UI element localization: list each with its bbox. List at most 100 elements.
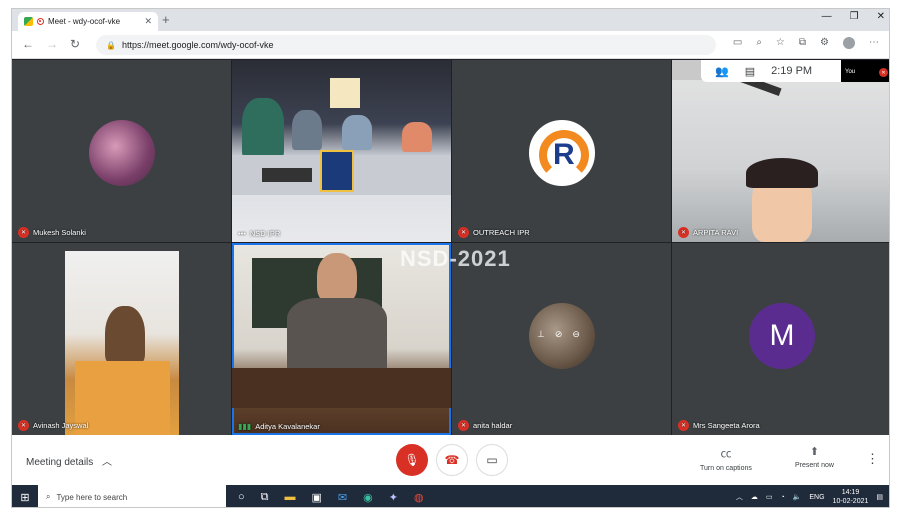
- person-figure: [242, 98, 284, 158]
- person-shirt: [287, 298, 387, 368]
- language-indicator[interactable]: ENG: [809, 494, 824, 501]
- volume-icon[interactable]: 🔈: [793, 493, 802, 501]
- profile-avatar[interactable]: [843, 37, 855, 49]
- chevron-up-icon: ︿: [102, 457, 113, 468]
- poster-board: [320, 150, 354, 192]
- more-options-icon[interactable]: ⋮: [866, 451, 879, 467]
- participant-tile[interactable]: M ✕ Mrs Sangeeta Arora: [672, 243, 889, 435]
- participant-tile[interactable]: ✕ ARPITA RAVI: [672, 60, 889, 242]
- favorites-star-icon[interactable]: ☆: [776, 37, 785, 49]
- cortana-icon[interactable]: ○: [238, 491, 245, 503]
- captions-button[interactable]: ㏄ Turn on captions: [700, 445, 752, 472]
- url-text: https://meet.google.com/wdy-ocof-vke: [121, 40, 274, 50]
- meeting-details-button[interactable]: Meeting details ︿: [26, 453, 112, 468]
- network-icon[interactable]: ◔: [780, 494, 784, 501]
- task-view-icon[interactable]: ⧉: [261, 491, 269, 504]
- file-explorer-icon[interactable]: ▬: [285, 491, 296, 503]
- tab-meet[interactable]: Meet - wdy-ocof-vke ✕: [18, 12, 158, 31]
- mic-off-icon: ✕: [678, 420, 689, 431]
- person-face: [105, 306, 145, 366]
- mic-off-icon: ✕: [18, 420, 29, 431]
- participant-avatar: ⊥ ⊘ ⊖: [529, 303, 595, 369]
- watermark-text: NSD-2021: [400, 246, 511, 271]
- more-dots-icon: •••: [238, 229, 246, 238]
- participant-name: ▮▮▮ Aditya Kavalanekar: [238, 422, 320, 431]
- minimize-button[interactable]: —: [822, 11, 832, 22]
- lock-icon: 🔒: [106, 40, 116, 50]
- participant-avatar: [89, 120, 155, 186]
- battery-icon[interactable]: ▭: [766, 493, 773, 501]
- tab-close-icon[interactable]: ✕: [144, 16, 152, 27]
- participant-tile[interactable]: ••• NSD IPR: [232, 60, 451, 242]
- mic-off-icon: ✕: [678, 227, 689, 238]
- chrome-icon[interactable]: ◍: [414, 491, 424, 504]
- closed-caption-icon: ㏄: [720, 448, 732, 460]
- edge-icon[interactable]: ◉: [363, 491, 373, 504]
- reload-icon[interactable]: ↻: [70, 37, 80, 51]
- meet-controls: Meeting details ︿ 🎙 ☎ ▭ ㏄ Turn on captio…: [12, 435, 889, 485]
- mic-off-icon: 🎙: [404, 453, 420, 467]
- maximize-button[interactable]: ❐: [850, 11, 859, 22]
- collections-icon[interactable]: ⧉: [799, 37, 806, 49]
- cloud-icon[interactable]: ☁: [751, 493, 758, 501]
- browser-window: Meet - wdy-ocof-vke ✕ + — ❐ ✕ ← → ↻ 🔒 ht…: [11, 8, 890, 508]
- mic-off-icon: ✕: [458, 227, 469, 238]
- participant-name: ✕ Mrs Sangeeta Arora: [678, 420, 760, 431]
- forward-arrow-icon[interactable]: →: [46, 37, 58, 51]
- self-mic-off-icon: ✕: [879, 68, 888, 77]
- back-arrow-icon[interactable]: ←: [22, 37, 34, 51]
- present-screen-icon: ⬆: [809, 446, 820, 458]
- laptop: [262, 168, 312, 182]
- system-tray: ︿ ☁ ▭ ◔ 🔈 ENG 14:19 10-02-2021 ▤: [736, 488, 883, 506]
- mail-icon[interactable]: ✉: [338, 491, 347, 504]
- search-icon: ⌕: [46, 492, 51, 501]
- self-label: You: [845, 69, 856, 75]
- window-controls: — ❐ ✕: [822, 11, 885, 22]
- participant-avatar: R: [529, 120, 595, 186]
- show-hidden-icon[interactable]: ︿: [736, 492, 743, 502]
- leave-call-button[interactable]: ☎: [436, 444, 468, 476]
- hover-controls: ⊥ ⊘ ⊖: [537, 329, 580, 340]
- tab-title: Meet - wdy-ocof-vke: [48, 17, 121, 26]
- meet-grid: ✕ Mukesh Solanki ••• NSD IPR R ✕ OUTREAC…: [12, 60, 889, 435]
- participant-avatar-letter: M: [749, 303, 815, 369]
- close-window-button[interactable]: ✕: [877, 11, 885, 22]
- windows-start-icon[interactable]: ⊞: [12, 491, 38, 504]
- camera-toggle-button[interactable]: ▭: [476, 444, 508, 476]
- participant-name: ✕ ARPITA RAVI: [678, 227, 738, 238]
- present-now-button[interactable]: ⬆ Present now: [795, 445, 834, 469]
- mic-toggle-button[interactable]: 🎙: [396, 444, 428, 476]
- pin-icon[interactable]: ⊥: [537, 329, 545, 340]
- tab-bar: Meet - wdy-ocof-vke ✕ + — ❐ ✕: [12, 9, 889, 31]
- browser-toolbar: ← → ↻ 🔒 https://meet.google.com/wdy-ocof…: [12, 31, 889, 59]
- remove-icon[interactable]: ⊖: [572, 329, 580, 340]
- extensions-icon[interactable]: ⚙: [820, 37, 829, 49]
- person-figure: [292, 110, 322, 150]
- mic-off-icon: ✕: [18, 227, 29, 238]
- mute-icon[interactable]: ⊘: [555, 329, 563, 340]
- menu-dots-icon[interactable]: ⋯: [869, 37, 879, 49]
- self-view[interactable]: You ✕: [841, 60, 889, 82]
- participant-name: ✕ Avinash Jayswal: [18, 420, 88, 431]
- participant-tile[interactable]: R ✕ OUTREACH IPR: [452, 60, 671, 242]
- person-shirt: [75, 361, 170, 435]
- recording-icon: [37, 18, 44, 25]
- participant-tile[interactable]: ✕ Mukesh Solanki: [12, 60, 231, 242]
- participant-tile[interactable]: ✕ Avinash Jayswal: [12, 243, 231, 435]
- chat-icon[interactable]: ▤: [745, 65, 755, 78]
- app-icon[interactable]: ✦: [389, 491, 398, 504]
- taskbar-clock[interactable]: 14:19 10-02-2021: [833, 488, 869, 506]
- camera-icon[interactable]: ▭: [733, 37, 742, 49]
- mic-off-icon: ✕: [458, 420, 469, 431]
- address-bar[interactable]: 🔒 https://meet.google.com/wdy-ocof-vke: [96, 35, 716, 55]
- speaking-indicator-icon: ▮▮▮: [238, 422, 252, 431]
- people-icon[interactable]: 👥: [715, 65, 729, 78]
- participant-name: ✕ Mukesh Solanki: [18, 227, 86, 238]
- zoom-icon[interactable]: ⌕: [756, 37, 762, 49]
- taskbar-search[interactable]: ⌕ Type here to search: [38, 485, 226, 507]
- participant-name: ✕ OUTREACH IPR: [458, 227, 530, 238]
- store-icon[interactable]: ▣: [312, 491, 322, 504]
- new-tab-button[interactable]: +: [162, 12, 170, 28]
- participant-name: ✕ anita haldar: [458, 420, 512, 431]
- notifications-icon[interactable]: ▤: [876, 493, 883, 501]
